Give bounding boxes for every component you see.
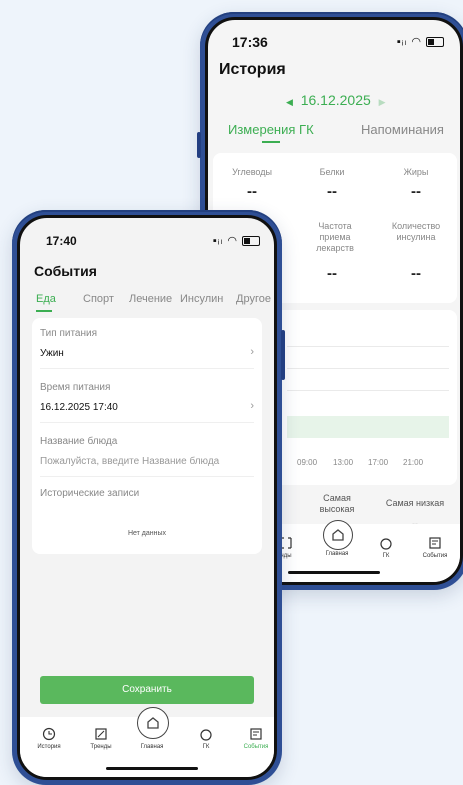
stat-value: -- [411,265,421,282]
stat-label: Жиры [403,167,429,177]
events-phone: 17:40 ▪︎ᵢₗ ◠ События Еда Спорт Лечение И… [12,210,285,785]
tab-home-label[interactable]: Главная [320,551,354,557]
tab-label: ГК [202,744,210,750]
tab-treatment[interactable]: Лечение [129,293,172,305]
gridline [287,368,449,369]
tab-glucose[interactable]: ГК [196,727,216,750]
tab-label: нды [280,553,292,559]
tab-label: События [422,553,448,559]
meal-form: Тип питания Ужин › Время питания 16.12.2… [32,318,262,554]
date-navigator: ◀ 16.12.2025 ▶ [286,92,385,108]
status-time: 17:40 [46,234,77,248]
home-indicator [288,571,380,574]
status-bar: 17:36 ▪︎ᵢₗ ◠ [208,20,460,60]
stat-label: Количество инсулина [391,221,441,242]
home-button[interactable] [137,707,169,739]
tab-food[interactable]: Еда [36,293,56,305]
tab-history[interactable]: История [34,727,64,750]
chevron-right-icon[interactable]: › [250,400,254,412]
next-date-icon[interactable]: ▶ [379,97,386,107]
tab-indicator [262,141,280,143]
meal-type-select[interactable]: Ужин [40,348,64,359]
divider [40,368,254,369]
dish-name-label: Название блюда [40,436,118,447]
tab-indicator [36,310,52,312]
battery-icon [426,37,444,48]
target-range-band [287,416,449,438]
tab-other[interactable]: Другое [236,293,271,305]
tab-label: События [243,744,269,750]
divider [40,476,254,477]
tab-trends[interactable]: Тренды [86,727,116,750]
meal-time-picker[interactable]: 16.12.2025 17:40 [40,402,118,413]
home-button[interactable] [323,520,353,550]
side-button [197,132,201,158]
drop-icon [380,538,392,550]
home-icon [332,529,344,541]
stat-label: Частота приема лекарств [316,221,354,253]
side-button [281,330,285,380]
page-title: История [219,61,286,78]
tab-home-label[interactable]: Главная [134,744,170,750]
events-screen: 17:40 ▪︎ᵢₗ ◠ События Еда Спорт Лечение И… [17,215,277,780]
home-indicator [106,767,198,770]
tab-measurements[interactable]: Измерения ГК [228,122,314,137]
tab-label: ГК [382,553,390,559]
stat-value: -- [327,265,337,282]
tab-glucose[interactable]: ГК [376,536,396,559]
trends-icon [95,728,107,740]
save-button[interactable]: Сохранить [40,676,254,704]
prev-date-icon[interactable]: ◀ [286,97,293,107]
chart-tick: 13:00 [333,458,354,467]
tab-reminders[interactable]: Напоминания [361,122,444,137]
summary-high-label: Самая высокая [319,493,355,514]
history-icon [42,727,56,741]
stat-label: Белки [319,167,345,177]
chevron-right-icon[interactable]: › [250,346,254,358]
empty-state: Нет данных [127,530,167,537]
bottom-tabbar: История Тренды Главная ГК События [20,707,274,777]
events-icon [429,537,441,549]
tab-sport[interactable]: Спорт [83,293,114,305]
summary-low-label: Самая низкая [385,498,445,508]
current-date[interactable]: 16.12.2025 [301,92,371,108]
stat-value: -- [411,183,421,200]
stat-value: -- [247,183,257,200]
dish-name-input[interactable]: Пожалуйста, введите Название блюда [40,456,219,467]
chart-tick: 09:00 [297,458,318,467]
battery-icon [242,236,260,247]
tab-events[interactable]: События [418,536,452,559]
home-icon [147,717,159,729]
status-bar: 17:40 ▪︎ᵢₗ ◠ [20,218,274,258]
tab-label: История [37,744,61,750]
tab-label: Тренды [90,744,112,750]
divider [40,422,254,423]
drop-icon [200,729,212,741]
chart-tick: 21:00 [403,458,424,467]
status-icons: ▪︎ᵢₗ ◠ [213,234,260,247]
tab-events[interactable]: События [239,727,273,750]
chart-tick: 17:00 [368,458,389,467]
status-icons: ▪︎ᵢₗ ◠ [397,35,444,48]
gridline [287,346,449,347]
stat-value: -- [327,183,337,200]
status-time: 17:36 [232,34,268,50]
events-icon [250,728,262,740]
history-label: Исторические записи [40,488,140,499]
meal-time-label: Время питания [40,382,111,393]
stat-label: Углеводы [232,167,272,177]
gridline [287,390,449,391]
meal-type-label: Тип питания [40,328,98,339]
page-title: События [34,263,97,279]
tab-insulin[interactable]: Инсулин [180,293,223,305]
